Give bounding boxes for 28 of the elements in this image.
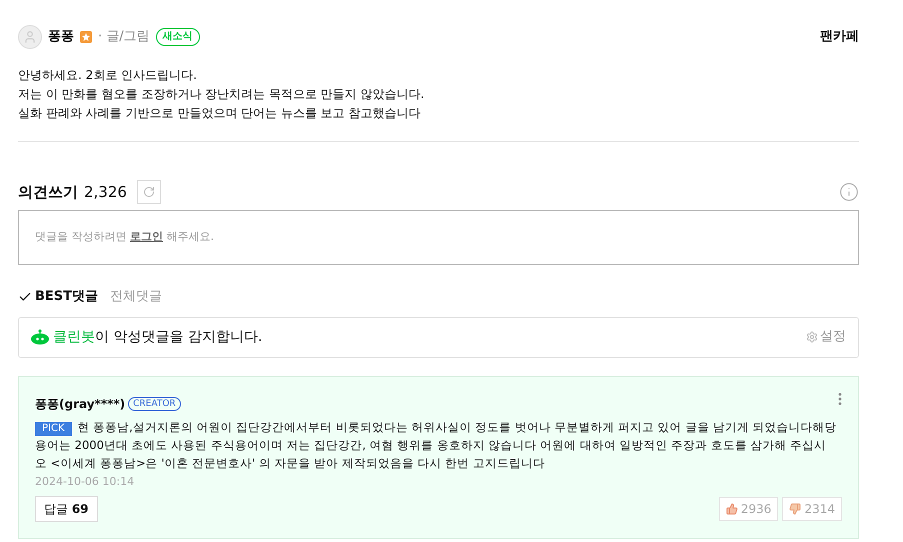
login-link[interactable]: 로그인	[130, 230, 163, 244]
comment-input-box[interactable]: 댓글을 작성하려면 로그인 해주세요.	[18, 210, 859, 265]
comment-text: PICK 현 퐁퐁남,설거지론의 어원이 집단강간에서부터 비롯되었다는 허위사실이 정도를 벗어나 무분별하게 퍼지고 있어 글을 남기게 되었습니다해당용어는 2000년대 초에도 사용된 주식용어이며 저는 집단강간, 여혐 행위를 옹호하지 않습니다 어원에 대하여 일방적인 주장과 호도를 삼가해 주십시오 <이세계 퐁퐁남>은 '이혼 전문변호사' 의 자문을 받아 제작되었음을 다시 한번 고지드립니다	[35, 418, 838, 472]
robot-icon	[31, 329, 49, 345]
creator-badge: CREATOR	[128, 396, 181, 410]
intro-text: 안녕하세요. 2회로 인사드립니다.	[18, 67, 198, 83]
intro-text: 실화 판례와 사례를 기반으로 만들었으며 단어는 뉴스를 보고 참고했습니다	[18, 105, 422, 121]
author-role: · 글/그림	[98, 28, 150, 46]
author-name: 퐁퐁	[48, 28, 74, 46]
info-icon[interactable]	[839, 182, 859, 202]
star-badge-icon	[80, 31, 92, 43]
login-prompt: 댓글을 작성하려면 로그인 해주세요.	[35, 229, 214, 246]
news-badge: 새소식	[156, 28, 200, 46]
refresh-button[interactable]	[136, 180, 161, 204]
fancafe-link[interactable]: 팬카페	[820, 27, 859, 47]
comments-title: 의견쓰기	[18, 182, 78, 203]
intro-text: 저는 이 만화를 혐오를 조장하거나 장난치려는 목적으로 만들지 않았습니다.	[18, 86, 426, 102]
settings-icon	[806, 331, 818, 343]
refresh-icon	[142, 186, 155, 198]
comment-date: 2024-10-06 10:14	[35, 474, 136, 490]
avatar-icon	[18, 25, 42, 49]
comment-author: 퐁퐁(gray****)	[35, 396, 126, 412]
cleanbot-text: 클린봇이 악성댓글을 감지합니다.	[53, 328, 262, 346]
thumbs-down-icon	[789, 503, 802, 515]
thumbs-up-icon	[726, 503, 738, 515]
comment-tab[interactable]: BEST댓글	[18, 287, 98, 306]
comment-count: 2,326	[84, 182, 127, 203]
reply-button[interactable]: 답글 69	[35, 496, 98, 522]
